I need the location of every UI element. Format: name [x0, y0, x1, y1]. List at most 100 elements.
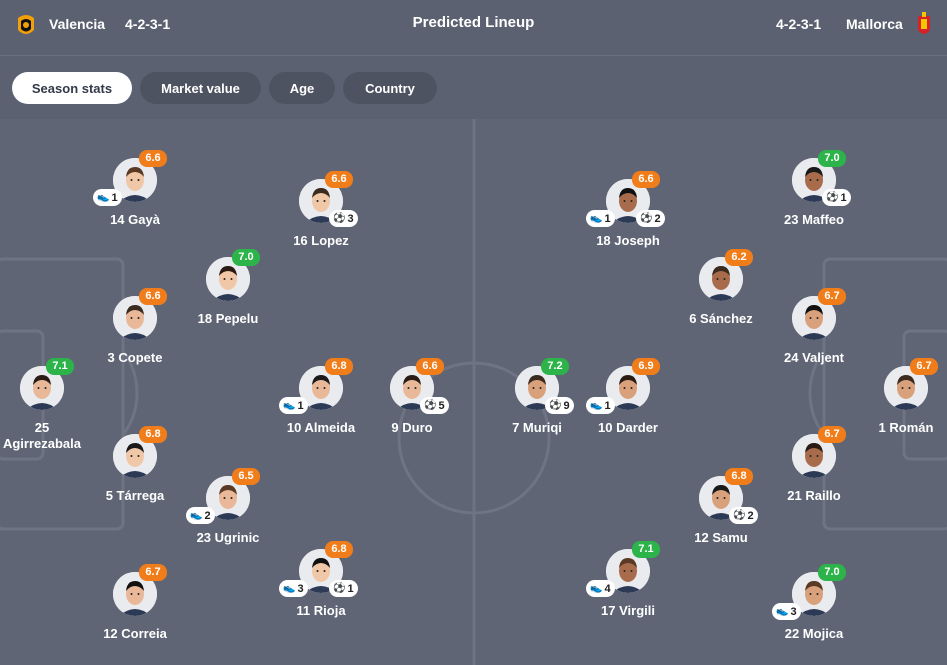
home-player-10[interactable]: 6.8 👟 3 ⚽ 1 11 Rioja [261, 541, 381, 649]
rating-badge: 6.6 [139, 288, 167, 305]
assists-count: 2 [204, 509, 211, 522]
boot-icon: 👟 [190, 509, 203, 521]
away-player-10[interactable]: 7.1 👟 4 17 Virgili [568, 541, 688, 649]
football-icon: ⚽ [640, 212, 653, 224]
player-name: 18 Pepelu [197, 311, 259, 326]
goals-count: 2 [747, 509, 754, 522]
tab-market-value[interactable]: Market value [140, 72, 261, 104]
player-name: 17 Virgili [601, 603, 655, 618]
home-player-2[interactable]: 6.6 👟 1 14 Gayà [75, 150, 195, 258]
assists-count: 3 [790, 605, 797, 618]
boot-icon: 👟 [776, 605, 789, 617]
football-icon: ⚽ [549, 399, 562, 411]
away-formation: 4-2-3-1 [776, 16, 822, 32]
goals-badge: ⚽ 2 [729, 507, 758, 524]
lineup-page: Valencia 4-2-3-1 Predicted Lineup 4-2-3-… [0, 0, 947, 665]
boot-icon: 👟 [97, 191, 110, 203]
player-name: 16 Lopez [293, 233, 349, 248]
tab-age[interactable]: Age [269, 72, 335, 104]
rating-badge: 6.8 [325, 358, 353, 375]
stat-tabs: Season stats Market value Age Country [0, 57, 947, 119]
player-name: 11 Rioja [296, 603, 346, 618]
rating-badge: 7.1 [46, 358, 74, 375]
assists-badge: 👟 1 [279, 397, 308, 414]
football-icon: ⚽ [333, 212, 346, 224]
assists-count: 1 [604, 399, 611, 412]
football-icon: ⚽ [424, 399, 437, 411]
football-icon: ⚽ [826, 191, 839, 203]
goals-badge: ⚽ 1 [822, 189, 851, 206]
home-player-11[interactable]: 6.6 ⚽ 5 9 Duro [352, 358, 472, 466]
assists-count: 1 [297, 399, 304, 412]
goals-badge: ⚽ 5 [420, 397, 449, 414]
away-player-8[interactable]: 6.6 👟 1 ⚽ 2 18 Joseph [568, 171, 688, 279]
player-name: 23 Ugrinic [196, 530, 260, 545]
goals-count: 5 [438, 399, 445, 412]
rating-badge: 7.0 [818, 150, 846, 167]
assists-count: 3 [297, 582, 304, 595]
rating-badge: 6.5 [232, 468, 260, 485]
assists-count: 1 [604, 212, 611, 225]
player-name: 14 Gayà [110, 212, 160, 227]
boot-icon: 👟 [283, 399, 296, 411]
rating-badge: 6.8 [325, 541, 353, 558]
rating-badge: 7.2 [541, 358, 569, 375]
assists-badge: 👟 2 [186, 507, 215, 524]
rating-badge: 6.6 [632, 171, 660, 188]
goals-count: 2 [654, 212, 661, 225]
assists-count: 4 [604, 582, 611, 595]
away-team-name[interactable]: Mallorca [846, 16, 903, 32]
rating-badge: 6.6 [139, 150, 167, 167]
player-name: 22 Mojica [784, 626, 844, 641]
rating-badge: 6.9 [632, 358, 660, 375]
pitch: 7.1 25 Agirrezabala 6.6 👟 1 14 Gayà 6.6 3 Copete… [0, 119, 947, 665]
player-name: 12 Correia [103, 626, 167, 641]
rating-badge: 6.2 [725, 249, 753, 266]
rating-badge: 6.7 [818, 288, 846, 305]
rating-badge: 6.7 [910, 358, 938, 375]
mallorca-crest-icon [918, 12, 930, 34]
goals-count: 1 [840, 191, 847, 204]
match-header: Valencia 4-2-3-1 Predicted Lineup 4-2-3-… [0, 0, 947, 56]
player-name: 18 Joseph [596, 233, 660, 248]
rating-badge: 6.6 [416, 358, 444, 375]
rating-badge: 7.0 [232, 249, 260, 266]
rating-badge: 6.6 [325, 171, 353, 188]
goals-badge: ⚽ 1 [329, 580, 358, 597]
assists-badge: 👟 1 [93, 189, 122, 206]
football-icon: ⚽ [333, 582, 346, 594]
assists-badge: 👟 4 [586, 580, 615, 597]
tab-season-stats[interactable]: Season stats [12, 72, 132, 104]
tab-country[interactable]: Country [343, 72, 437, 104]
rating-badge: 6.7 [818, 426, 846, 443]
rating-badge: 6.8 [139, 426, 167, 443]
player-name: 12 Samu [694, 530, 748, 545]
away-player-2[interactable]: 7.0 ⚽ 1 23 Maffeo [754, 150, 874, 258]
rating-badge: 6.7 [139, 564, 167, 581]
boot-icon: 👟 [590, 582, 603, 594]
away-player-5[interactable]: 7.0 👟 3 22 Mojica [754, 564, 874, 665]
rating-badge: 7.1 [632, 541, 660, 558]
rating-badge: 6.8 [725, 468, 753, 485]
boot-icon: 👟 [283, 582, 296, 594]
goals-badge: ⚽ 9 [545, 397, 574, 414]
goals-count: 1 [347, 582, 354, 595]
boot-icon: 👟 [590, 212, 603, 224]
goals-count: 9 [563, 399, 570, 412]
player-name: 9 Duro [391, 420, 433, 435]
goals-badge: ⚽ 2 [636, 210, 665, 227]
assists-count: 1 [111, 191, 118, 204]
player-name: 23 Maffeo [784, 212, 844, 227]
away-player-11[interactable]: 7.2 ⚽ 9 7 Muriqi [477, 358, 597, 466]
home-player-5[interactable]: 6.7 12 Correia [75, 564, 195, 665]
home-player-8[interactable]: 6.6 ⚽ 3 16 Lopez [261, 171, 381, 279]
goals-count: 3 [347, 212, 354, 225]
goals-badge: ⚽ 3 [329, 210, 358, 227]
assists-badge: 👟 3 [279, 580, 308, 597]
assists-badge: 👟 3 [772, 603, 801, 620]
player-name: 7 Muriqi [512, 420, 562, 435]
football-icon: ⚽ [733, 509, 746, 521]
assists-badge: 👟 1 [586, 210, 615, 227]
rating-badge: 7.0 [818, 564, 846, 581]
player-name: 6 Sánchez [689, 311, 753, 326]
